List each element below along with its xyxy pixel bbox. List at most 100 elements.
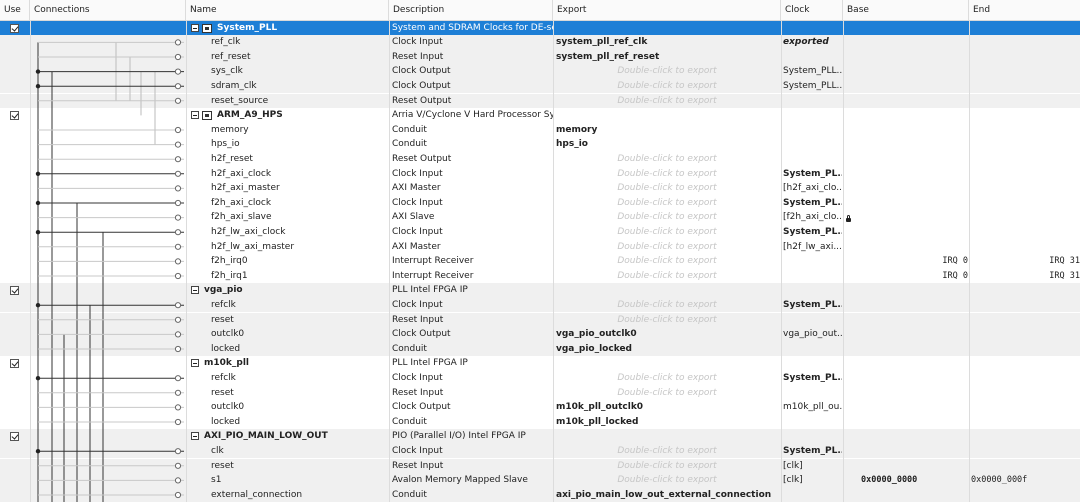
port-connector-icon xyxy=(174,316,182,323)
port-name: hps_io xyxy=(211,139,240,150)
export-cell[interactable]: hps_io xyxy=(556,137,781,152)
port-connector-icon xyxy=(174,258,182,265)
export-cell[interactable]: vga_pio_locked xyxy=(556,342,781,357)
clock-cell[interactable]: [clk] xyxy=(783,459,842,474)
base-cell[interactable]: IRQ 0 xyxy=(900,269,968,284)
description-cell: Interrupt Receiver xyxy=(392,256,474,267)
base-cell[interactable]: 0x0000_0000 xyxy=(861,473,967,488)
export-cell[interactable]: Double-click to export xyxy=(553,254,781,269)
clock-cell[interactable]: System_PL... xyxy=(783,196,842,211)
export-cell[interactable]: Double-click to export xyxy=(553,210,781,225)
connection-dot xyxy=(35,171,41,176)
clock-cell[interactable]: System_PLL... xyxy=(783,79,842,94)
clock-cell[interactable]: [h2f_lw_axi... xyxy=(783,240,842,255)
export-cell[interactable]: Double-click to export xyxy=(553,240,781,255)
export-cell[interactable]: Double-click to export xyxy=(553,225,781,240)
description-cell: Interrupt Receiver xyxy=(392,270,474,281)
port-connector-icon xyxy=(174,477,182,484)
collapse-toggle-icon[interactable] xyxy=(191,432,199,441)
module-name: vga_pio xyxy=(204,285,243,296)
base-cell[interactable]: IRQ 0 xyxy=(900,254,968,269)
export-cell[interactable]: system_pll_ref_reset xyxy=(556,50,781,65)
end-cell[interactable]: 0x0000_000f xyxy=(971,473,1077,488)
export-cell[interactable]: Double-click to export xyxy=(553,386,781,401)
column-header-export[interactable]: Export xyxy=(553,0,781,20)
connections-graph[interactable] xyxy=(0,0,186,502)
port-name: f2h_irq1 xyxy=(211,270,248,281)
description-cell: Conduit xyxy=(392,124,427,135)
port-connector-icon xyxy=(174,68,182,75)
description-cell: Clock Input xyxy=(392,197,443,208)
collapse-toggle-icon[interactable] xyxy=(191,286,199,295)
export-cell[interactable]: Double-click to export xyxy=(553,313,781,328)
connection-dot xyxy=(35,200,41,206)
description-cell: Clock Output xyxy=(392,329,451,340)
port-name: clk xyxy=(211,445,224,456)
port-connector-icon xyxy=(174,141,182,148)
export-cell[interactable]: Double-click to export xyxy=(553,64,781,79)
export-cell[interactable]: Double-click to export xyxy=(553,371,781,386)
column-divider xyxy=(30,20,31,502)
export-cell[interactable]: Double-click to export xyxy=(553,298,781,313)
clock-cell[interactable]: exported xyxy=(783,35,842,50)
description-cell: System and SDRAM Clocks for DE-seri... xyxy=(392,22,553,33)
port-name: f2h_irq0 xyxy=(211,256,248,267)
description-cell: AXI Slave xyxy=(392,212,435,223)
port-connector-icon xyxy=(174,302,182,309)
collapse-toggle-icon[interactable] xyxy=(191,111,199,120)
port-connector-icon xyxy=(174,126,182,134)
clock-cell[interactable]: [clk] xyxy=(783,473,842,488)
clock-cell[interactable]: System_PL... xyxy=(783,371,842,386)
export-cell[interactable]: m10k_pll_outclk0 xyxy=(556,400,781,415)
clock-cell[interactable]: System_PL... xyxy=(783,167,842,182)
description-cell: Reset Output xyxy=(392,153,452,164)
export-cell[interactable]: Double-click to export xyxy=(553,167,781,182)
column-divider xyxy=(781,20,782,502)
export-cell[interactable]: memory xyxy=(556,123,781,138)
column-header-description[interactable]: Description xyxy=(389,0,553,20)
clock-cell[interactable]: System_PL... xyxy=(783,298,842,313)
export-cell[interactable]: Double-click to export xyxy=(553,444,781,459)
export-cell[interactable]: vga_pio_outclk0 xyxy=(556,327,781,342)
description-cell: Reset Input xyxy=(392,387,444,398)
description-cell: Conduit xyxy=(392,139,427,150)
column-header-clock[interactable]: Clock xyxy=(781,0,843,20)
description-cell: PLL Intel FPGA IP xyxy=(392,358,468,369)
export-cell[interactable]: Double-click to export xyxy=(553,79,781,94)
clock-cell[interactable]: [h2f_axi_clo... xyxy=(783,181,842,196)
export-cell[interactable]: Double-click to export xyxy=(553,196,781,211)
port-connector-icon xyxy=(174,185,182,192)
clock-cell[interactable]: System_PLL... xyxy=(783,64,842,79)
export-cell[interactable]: Double-click to export xyxy=(553,152,781,167)
clock-cell[interactable]: System_PL... xyxy=(783,225,842,240)
clock-cell[interactable]: m10k_pll_ou... xyxy=(783,400,842,415)
clock-cell[interactable]: System_PL... xyxy=(783,444,842,459)
port-name: outclk0 xyxy=(211,329,245,340)
description-cell: Clock Input xyxy=(392,445,443,456)
clock-cell[interactable]: [f2h_axi_clo... xyxy=(783,210,842,225)
export-cell[interactable]: Double-click to export xyxy=(553,473,781,488)
column-header-end[interactable]: End xyxy=(969,0,1080,20)
description-cell: Clock Input xyxy=(392,168,443,179)
port-connector-icon xyxy=(174,170,182,177)
description-cell: Conduit xyxy=(392,489,427,500)
export-cell[interactable]: m10k_pll_locked xyxy=(556,415,781,430)
export-cell[interactable]: Double-click to export xyxy=(553,94,781,109)
export-cell[interactable]: Double-click to export xyxy=(553,181,781,196)
column-header-base[interactable]: Base xyxy=(843,0,969,20)
clock-cell[interactable]: vga_pio_out... xyxy=(783,327,842,342)
port-name: memory xyxy=(211,124,249,135)
export-cell[interactable]: Double-click to export xyxy=(553,459,781,474)
column-header-name[interactable]: Name xyxy=(186,0,389,20)
port-connector-icon xyxy=(174,389,182,396)
export-cell[interactable]: system_pll_ref_clk xyxy=(556,35,781,50)
column-divider xyxy=(553,20,554,502)
port-connector-icon xyxy=(174,448,182,455)
export-cell[interactable]: axi_pio_main_low_out_external_connection xyxy=(556,488,781,502)
collapse-toggle-icon[interactable] xyxy=(191,359,199,368)
connection-dot xyxy=(35,69,41,74)
collapse-toggle-icon[interactable] xyxy=(191,23,199,32)
end-cell[interactable]: IRQ 31 xyxy=(1010,269,1080,284)
end-cell[interactable]: IRQ 31 xyxy=(1010,254,1080,269)
export-cell[interactable]: Double-click to export xyxy=(553,269,781,284)
